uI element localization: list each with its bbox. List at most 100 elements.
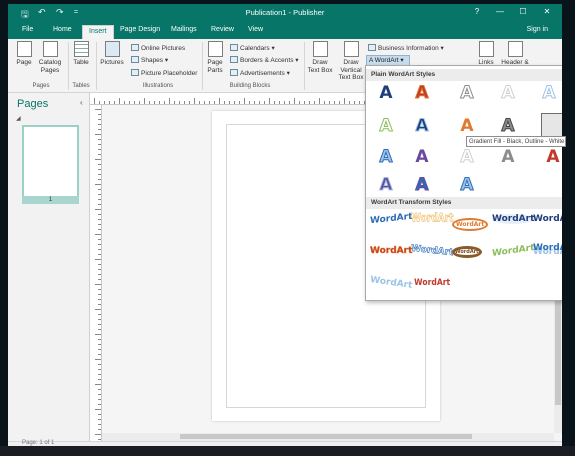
ruler-tick xyxy=(98,214,101,215)
wordart-transform-7[interactable]: WordArt xyxy=(410,244,454,259)
table-icon xyxy=(73,41,89,57)
wordart-style-12[interactable]: A xyxy=(413,146,431,168)
ruler-tick xyxy=(304,101,305,104)
business-info-icon xyxy=(368,44,376,51)
ruler-tick xyxy=(98,344,101,345)
ruler-tick xyxy=(98,324,101,325)
tab-review[interactable]: Review xyxy=(211,26,234,33)
calendars-button[interactable]: Calendars ▾ xyxy=(230,44,275,52)
wordart-style-7[interactable]: A xyxy=(413,115,431,137)
ruler-tick xyxy=(264,101,265,104)
ruler-tick xyxy=(144,98,145,104)
picture-placeholder-button[interactable]: Picture Placeholder xyxy=(131,69,197,77)
tab-view[interactable]: View xyxy=(248,26,263,33)
wordart-transform-10[interactable]: WordArt xyxy=(533,243,562,253)
ruler-tick xyxy=(174,101,175,104)
ruler-tick xyxy=(98,274,101,275)
page-parts-button[interactable]: Page Parts xyxy=(204,41,226,74)
ruler-tick xyxy=(194,98,195,104)
ruler-tick xyxy=(109,101,110,104)
wordart-transform-8[interactable]: WordArt xyxy=(452,246,482,258)
wordart-style-16[interactable]: A xyxy=(377,174,395,196)
ruler-tick xyxy=(98,399,101,400)
ruler-tick xyxy=(139,101,140,104)
header-footer-button[interactable]: Header & xyxy=(500,41,530,67)
help-button[interactable]: ? xyxy=(470,7,484,16)
ruler-tick xyxy=(359,101,360,104)
wordart-transform-12[interactable]: WordArt xyxy=(414,278,450,288)
page-button[interactable]: Page xyxy=(14,41,34,67)
business-information-button[interactable]: Business Information ▾ xyxy=(368,44,444,52)
ruler-tick xyxy=(234,101,235,104)
ruler-tick xyxy=(259,101,260,104)
page-thumbnail[interactable] xyxy=(22,125,79,203)
wordart-style-17[interactable]: A xyxy=(413,174,431,196)
wordart-style-2[interactable]: A xyxy=(413,82,431,104)
wordart-transform-11[interactable]: WordArt xyxy=(370,275,413,291)
tab-file[interactable]: File xyxy=(22,26,33,33)
wordart-style-3[interactable]: A xyxy=(458,82,476,104)
tab-mailings[interactable]: Mailings xyxy=(171,26,197,33)
draw-text-box-button[interactable]: Draw Text Box xyxy=(306,41,334,74)
horizontal-scroll-thumb[interactable] xyxy=(180,434,472,439)
pictures-button[interactable]: Pictures xyxy=(98,41,126,67)
vertical-ruler[interactable] xyxy=(90,105,102,446)
ruler-tick xyxy=(219,98,220,104)
collapse-pane-icon[interactable]: ‹ xyxy=(80,98,83,107)
wordart-style-5[interactable]: A xyxy=(540,82,558,104)
ruler-tick xyxy=(98,174,101,175)
tab-insert[interactable]: Insert xyxy=(82,25,114,39)
tab-page-design[interactable]: Page Design xyxy=(120,26,160,33)
pages-pane: Pages ‹ ◢ 1 xyxy=(8,93,90,446)
wordart-style-6[interactable]: A xyxy=(377,115,395,137)
wordart-style-14[interactable]: A xyxy=(499,146,517,168)
wordart-style-4[interactable]: A xyxy=(499,82,517,104)
wordart-style-9[interactable]: A xyxy=(499,115,517,137)
shapes-button[interactable]: Shapes ▾ xyxy=(131,56,168,64)
restore-button[interactable]: ☐ xyxy=(516,7,530,16)
wordart-style-11[interactable]: A xyxy=(377,146,395,168)
minimize-button[interactable]: — xyxy=(493,7,507,16)
table-button[interactable]: Table xyxy=(70,41,92,67)
ruler-tick xyxy=(224,101,225,104)
advertisements-button[interactable]: Advertisements ▾ xyxy=(230,69,290,77)
wordart-transform-2[interactable]: WordArt xyxy=(411,212,454,226)
wordart-transform-1[interactable]: WordArt xyxy=(370,212,412,226)
links-button[interactable]: Links xyxy=(476,41,496,67)
taskbar-strip xyxy=(0,446,575,456)
close-button[interactable]: ✕ xyxy=(540,7,554,16)
ruler-tick xyxy=(119,98,120,104)
ruler-tick xyxy=(339,101,340,104)
wordart-transform-6[interactable]: WordArt xyxy=(370,246,413,257)
wordart-transform-4[interactable]: WordArt xyxy=(492,214,535,224)
draw-vertical-text-box-button[interactable]: Draw Vertical Text Box xyxy=(336,41,366,82)
expand-arrow-icon[interactable]: ◢ xyxy=(16,115,21,122)
sign-in-link[interactable]: Sign in xyxy=(527,26,548,33)
wordart-style-8[interactable]: A xyxy=(458,115,476,137)
ruler-tick xyxy=(98,119,101,120)
tab-home[interactable]: Home xyxy=(53,26,72,33)
ruler-tick xyxy=(98,229,101,230)
picture-placeholder-icon xyxy=(131,69,139,76)
wordart-transform-9[interactable]: WordArt xyxy=(492,243,534,259)
wordart-transform-5[interactable]: WordArt xyxy=(533,214,562,224)
borders-accents-button[interactable]: Borders & Accents ▾ xyxy=(230,56,299,64)
ruler-tick xyxy=(344,98,345,104)
ruler-tick xyxy=(95,434,101,435)
online-pictures-button[interactable]: Online Pictures xyxy=(131,44,185,52)
horizontal-scrollbar[interactable] xyxy=(102,433,554,441)
ruler-tick xyxy=(199,101,200,104)
wordart-style-18[interactable]: A xyxy=(458,174,476,196)
wordart-style-13[interactable]: A xyxy=(458,146,476,168)
ruler-tick xyxy=(98,379,101,380)
group-label-illustrations: Illustrations xyxy=(142,83,174,89)
catalog-pages-button[interactable]: Catalog Pages xyxy=(36,41,64,74)
wordart-transform-3[interactable]: WordArt xyxy=(452,218,489,231)
ruler-tick xyxy=(98,424,101,425)
wordart-style-1[interactable]: A xyxy=(377,82,395,104)
ruler-tick xyxy=(319,98,320,104)
ruler-tick xyxy=(169,98,170,104)
ruler-tick xyxy=(239,101,240,104)
ruler-tick xyxy=(95,109,101,110)
wordart-style-15[interactable]: A xyxy=(544,146,562,168)
